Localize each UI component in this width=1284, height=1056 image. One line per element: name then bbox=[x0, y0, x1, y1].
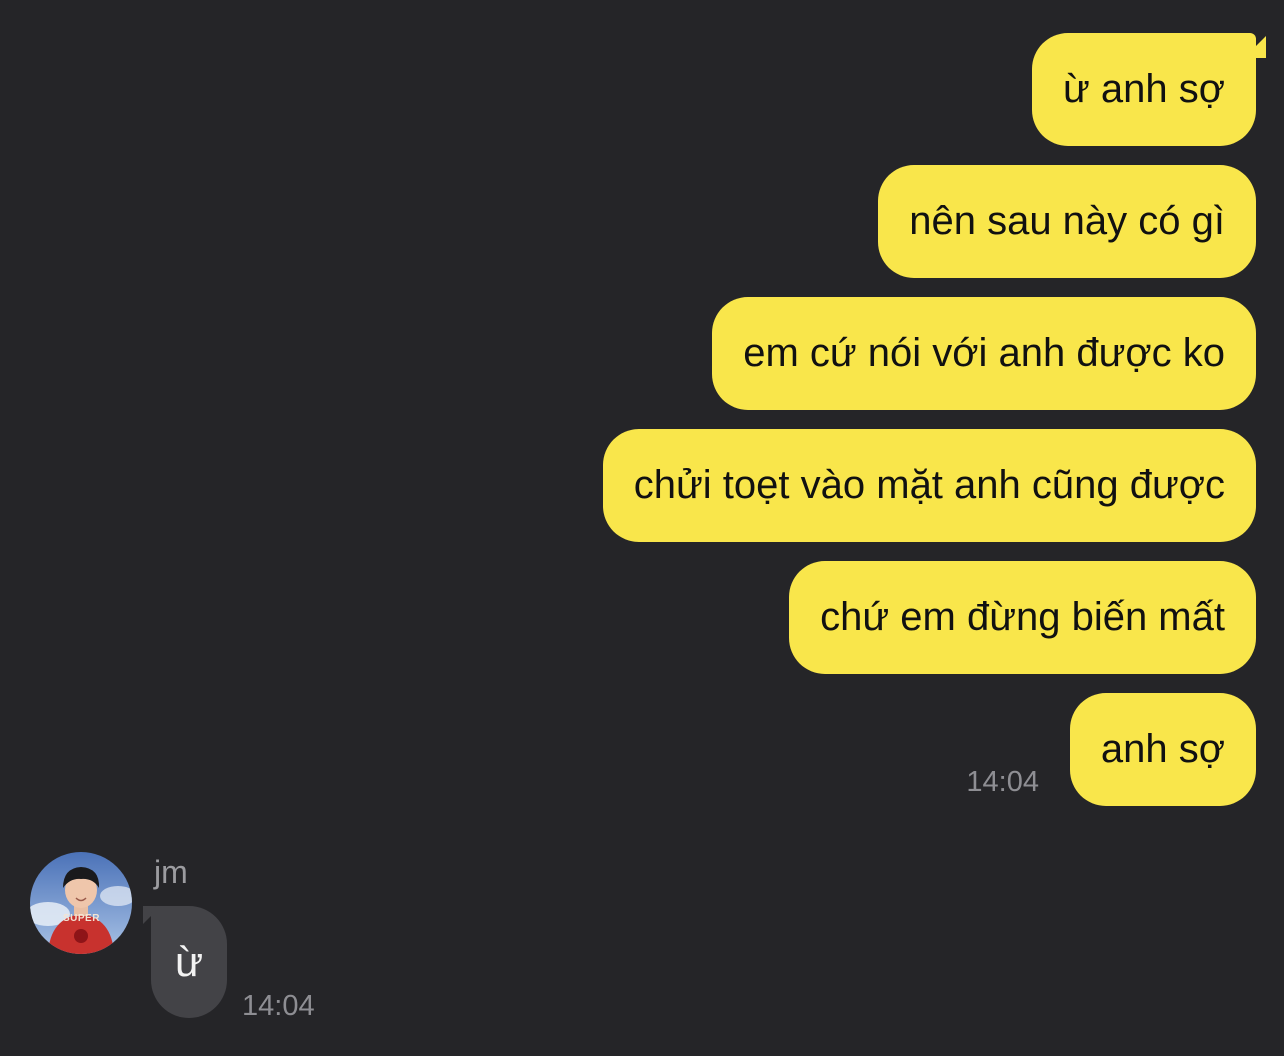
message-text: ừ bbox=[174, 938, 204, 985]
outgoing-message-bubble[interactable]: em cứ nói với anh được ko bbox=[712, 297, 1256, 410]
message-text: chửi toẹt vào mặt anh cũng được bbox=[633, 463, 1225, 507]
chat-thread[interactable]: ừ anh sợ nên sau này có gì em cứ nói với… bbox=[0, 0, 1284, 1056]
outgoing-timestamp: 14:04 bbox=[966, 766, 1039, 798]
sender-name: jm bbox=[154, 854, 188, 890]
outgoing-message-bubble[interactable]: chửi toẹt vào mặt anh cũng được bbox=[602, 429, 1256, 542]
outgoing-message-bubble[interactable]: nên sau này có gì bbox=[878, 165, 1256, 278]
message-text: nên sau này có gì bbox=[909, 199, 1225, 243]
avatar[interactable]: SUPER bbox=[30, 852, 132, 954]
avatar-shirt-text: SUPER bbox=[63, 913, 100, 924]
message-text: ừ anh sợ bbox=[1063, 67, 1225, 111]
outgoing-message-bubble[interactable]: anh sợ bbox=[1069, 693, 1256, 806]
message-text: anh sợ bbox=[1100, 727, 1225, 771]
message-text: em cứ nói với anh được ko bbox=[743, 331, 1225, 375]
incoming-timestamp: 14:04 bbox=[242, 990, 315, 1022]
outgoing-message-bubble[interactable]: chứ em đừng biến mất bbox=[789, 561, 1256, 674]
message-text: chứ em đừng biến mất bbox=[820, 595, 1225, 639]
outgoing-message-bubble[interactable]: ừ anh sợ bbox=[1032, 33, 1256, 146]
avatar-photo bbox=[30, 852, 132, 954]
incoming-message-bubble[interactable]: ừ bbox=[151, 906, 227, 1018]
